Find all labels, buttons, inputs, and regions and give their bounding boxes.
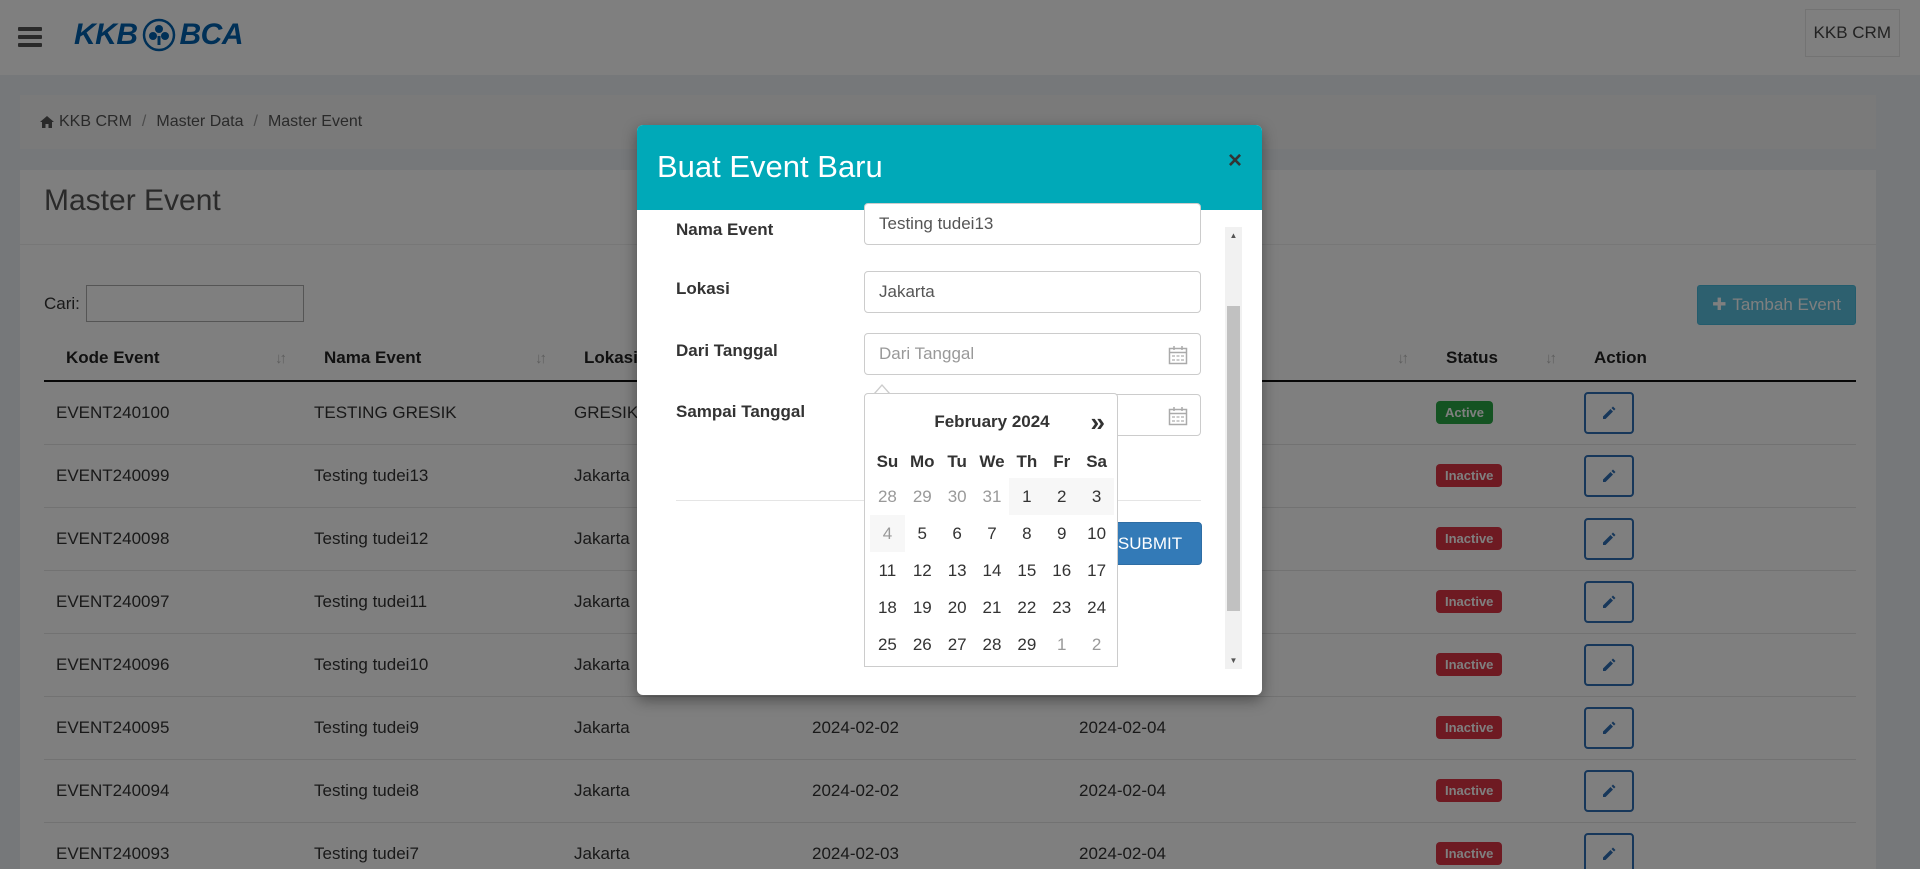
datepicker-weekday: Tu — [947, 452, 967, 471]
datepicker-day[interactable]: 28 — [975, 626, 1010, 663]
modal-scrollbar[interactable]: ▲ ▼ — [1225, 227, 1242, 669]
datepicker-weekday: Fr — [1053, 452, 1071, 471]
lokasi-label: Lokasi — [676, 279, 730, 298]
datepicker-day[interactable]: 3 — [1079, 478, 1115, 515]
dari-tanggal-row: Dari Tanggal Dari Tanggal — [676, 333, 1201, 375]
datepicker-day[interactable]: 13 — [940, 552, 975, 589]
datepicker-week-row: 18 19 20 21 22 23 24 — [870, 589, 1114, 626]
datepicker-grid: Su Mo Tu We Th Fr Sa 28 29 30 31 1 2 3 4 5 6 7 8 9 10 11 12 13 1… — [870, 446, 1115, 663]
datepicker-day[interactable]: 29 — [1009, 626, 1044, 663]
datepicker-day[interactable]: 31 — [975, 478, 1010, 515]
datepicker-week-row: 11 12 13 14 15 16 17 — [870, 552, 1114, 589]
datepicker-day[interactable]: 8 — [1009, 515, 1044, 552]
datepicker-day[interactable]: 27 — [940, 626, 975, 663]
datepicker-day[interactable]: 18 — [870, 589, 905, 626]
datepicker-header: February 2024 » — [865, 394, 1117, 444]
modal-title: Buat Event Baru — [657, 149, 883, 184]
datepicker-day[interactable]: 2 — [1079, 626, 1114, 663]
datepicker-day[interactable]: 11 — [870, 552, 905, 589]
modal-header: Buat Event Baru × — [637, 125, 1262, 210]
calendar-icon — [1168, 346, 1188, 365]
lokasi-input[interactable]: Jakarta — [864, 271, 1201, 313]
datepicker-day[interactable]: 26 — [905, 626, 940, 663]
datepicker-month-label[interactable]: February 2024 — [865, 412, 1117, 432]
calendar-icon — [1168, 407, 1188, 426]
scroll-down-arrow-icon[interactable]: ▼ — [1225, 652, 1242, 669]
nama-event-label: Nama Event — [676, 220, 774, 239]
datepicker-weekday: We — [979, 452, 1005, 471]
datepicker-day[interactable]: 7 — [975, 515, 1010, 552]
datepicker-day[interactable]: 20 — [940, 589, 975, 626]
datepicker-day[interactable]: 1 — [1009, 478, 1045, 515]
datepicker-popup: February 2024 » Su Mo Tu We Th Fr Sa 28 29 30 31 1 2… — [864, 393, 1118, 667]
datepicker-day[interactable]: 9 — [1044, 515, 1079, 552]
datepicker-day[interactable]: 2 — [1044, 478, 1080, 515]
datepicker-day[interactable]: 24 — [1079, 589, 1114, 626]
datepicker-day[interactable]: 16 — [1044, 552, 1079, 589]
datepicker-week-row: 25 26 27 28 29 1 2 — [870, 626, 1114, 663]
datepicker-day[interactable]: 22 — [1009, 589, 1044, 626]
close-icon[interactable]: × — [1228, 147, 1242, 175]
datepicker-weekday: Mo — [910, 452, 935, 471]
datepicker-day[interactable]: 30 — [940, 478, 975, 515]
datepicker-day[interactable]: 15 — [1009, 552, 1044, 589]
datepicker-day[interactable]: 5 — [905, 515, 940, 552]
datepicker-week-row: 28 29 30 31 1 2 3 — [870, 478, 1115, 515]
dari-tanggal-label: Dari Tanggal — [676, 341, 778, 360]
datepicker-weekday: Su — [876, 452, 899, 471]
dari-tanggal-input[interactable]: Dari Tanggal — [864, 333, 1201, 375]
datepicker-weekday: Sa — [1086, 452, 1107, 471]
datepicker-weekday-row: Su Mo Tu We Th Fr Sa — [870, 446, 1114, 478]
datepicker-next-icon[interactable]: » — [1091, 407, 1105, 438]
datepicker-day[interactable]: 23 — [1044, 589, 1079, 626]
datepicker-day[interactable]: 28 — [870, 478, 905, 515]
datepicker-day[interactable]: 1 — [1044, 626, 1079, 663]
datepicker-day[interactable]: 12 — [905, 552, 940, 589]
datepicker-day[interactable]: 21 — [975, 589, 1010, 626]
datepicker-day[interactable]: 19 — [905, 589, 940, 626]
datepicker-day[interactable]: 14 — [975, 552, 1010, 589]
lokasi-row: Lokasi Jakarta — [676, 271, 1201, 313]
sampai-tanggal-label: Sampai Tanggal — [676, 402, 806, 421]
datepicker-day[interactable]: 25 — [870, 626, 905, 663]
scroll-up-arrow-icon[interactable]: ▲ — [1225, 227, 1242, 244]
datepicker-day[interactable]: 10 — [1079, 515, 1114, 552]
datepicker-day[interactable]: 6 — [940, 515, 975, 552]
datepicker-week-row: 4 5 6 7 8 9 10 — [870, 515, 1114, 552]
dari-tanggal-placeholder: Dari Tanggal — [879, 344, 975, 363]
scrollbar-thumb[interactable] — [1227, 306, 1240, 611]
nama-event-row: Nama Event Testing tudei13 — [676, 203, 1201, 252]
datepicker-day[interactable]: 17 — [1079, 552, 1114, 589]
datepicker-day[interactable]: 4 — [870, 515, 905, 552]
datepicker-weekday: Th — [1016, 452, 1038, 471]
nama-event-input[interactable]: Testing tudei13 — [864, 203, 1201, 245]
submit-label: SUBMIT — [1117, 533, 1183, 553]
datepicker-day[interactable]: 29 — [905, 478, 940, 515]
